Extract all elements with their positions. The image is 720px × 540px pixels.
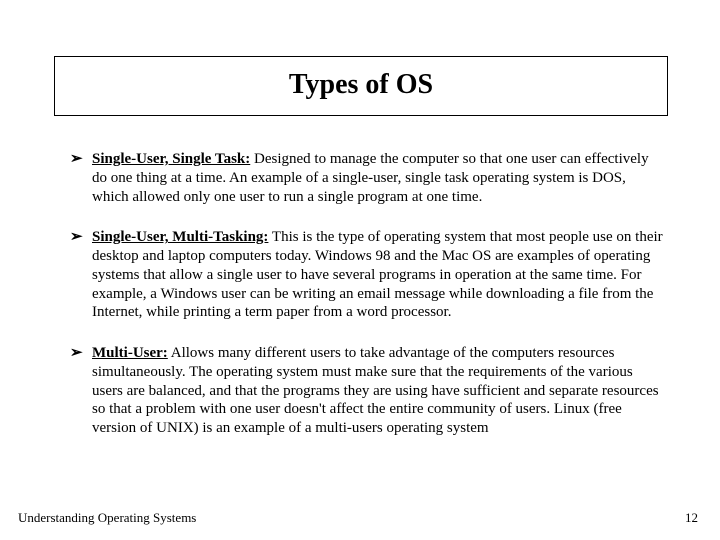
- item-text: Single-User, Multi-Tasking: This is the …: [92, 228, 666, 322]
- bullet-icon: ➢: [70, 150, 92, 169]
- list-item: ➢ Single-User, Single Task: Designed to …: [70, 150, 666, 206]
- title-box: Types of OS: [54, 56, 668, 116]
- bullet-icon: ➢: [70, 344, 92, 363]
- item-term: Multi-User:: [92, 345, 168, 361]
- item-text: Single-User, Single Task: Designed to ma…: [92, 150, 666, 206]
- slide-title: Types of OS: [289, 69, 433, 100]
- list-item: ➢ Multi-User: Allows many different user…: [70, 344, 666, 438]
- list-item: ➢ Single-User, Multi-Tasking: This is th…: [70, 228, 666, 322]
- bullet-icon: ➢: [70, 228, 92, 247]
- item-term: Single-User, Single Task:: [92, 151, 250, 167]
- item-text: Multi-User: Allows many different users …: [92, 344, 666, 438]
- page-number: 12: [685, 510, 698, 526]
- item-term: Single-User, Multi-Tasking:: [92, 229, 268, 245]
- footer-left: Understanding Operating Systems: [18, 510, 196, 526]
- item-desc: Allows many different users to take adva…: [92, 345, 659, 436]
- body-content: ➢ Single-User, Single Task: Designed to …: [70, 150, 666, 460]
